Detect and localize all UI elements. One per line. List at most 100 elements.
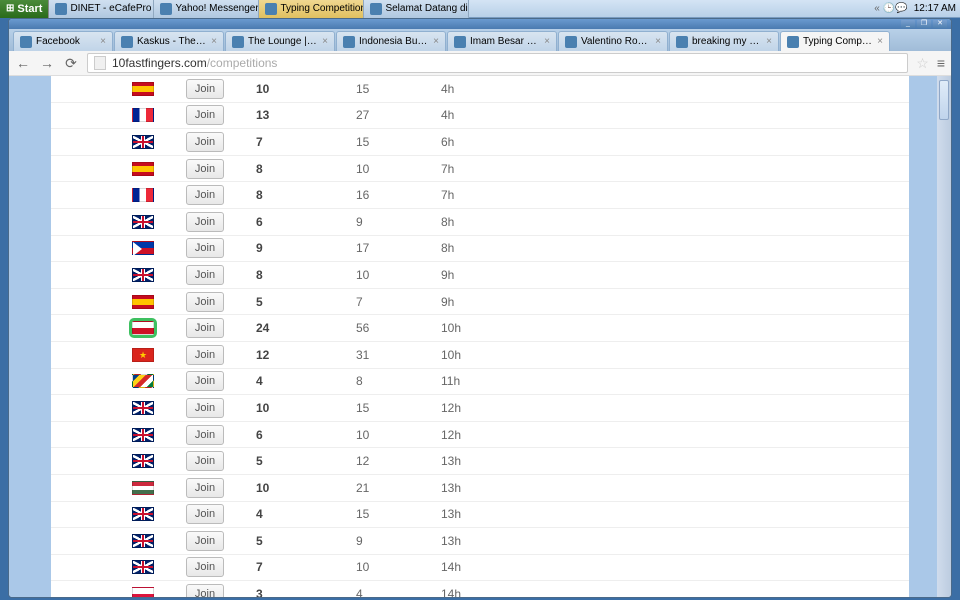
participants-count: 4 [256,374,356,388]
tray-separator: « [874,3,880,14]
participants-count: 13 [256,108,356,122]
time-remaining: 4h [441,108,511,122]
close-tab-icon[interactable]: × [544,36,550,47]
browser-tab[interactable]: Indonesia Bukan Neg × [336,31,446,51]
browser-tab[interactable]: The Lounge | Kaskus × [225,31,335,51]
tray-icon[interactable]: 💬 [895,3,907,14]
join-button[interactable]: Join [186,292,224,312]
taskbar-item[interactable]: DINET - eCafePro Server... [49,0,154,18]
flag-id-icon [132,321,154,335]
table-row: Join10154h [51,76,909,103]
join-button[interactable]: Join [186,451,224,471]
address-bar: ← → ⟳ 10fastfingers.com/competitions ☆ ≡ [9,51,951,76]
join-cell: Join [186,265,256,285]
browser-tab[interactable]: breaking my heart - × [669,31,779,51]
tray-icon[interactable]: 🕒 [883,3,895,14]
table-row: Join8107h [51,156,909,183]
browser-tab[interactable]: Kaskus - The Larges× [114,31,224,51]
join-button[interactable]: Join [186,425,224,445]
join-cell: Join [186,105,256,125]
os-taskbar: Start DINET - eCafePro Server...Yahoo! M… [0,0,960,18]
close-tab-icon[interactable]: × [433,36,439,47]
flag-pl-icon [132,587,154,597]
system-tray: « 🕒 💬 12:17 AM [867,3,960,14]
join-button[interactable]: Join [186,159,224,179]
tests-count: 56 [356,321,441,335]
minimize-button[interactable]: _ [901,20,915,28]
start-button[interactable]: Start [0,0,49,18]
app-icon [265,3,277,15]
join-button[interactable]: Join [186,398,224,418]
join-button[interactable]: Join [186,185,224,205]
flag-hu-icon [132,481,154,495]
close-tab-icon[interactable]: × [766,36,772,47]
table-row: Join5913h [51,528,909,555]
browser-tab[interactable]: Typing Competition -× [780,31,890,51]
close-tab-icon[interactable]: × [100,36,106,47]
join-cell: Join [186,345,256,365]
join-button[interactable]: Join [186,557,224,577]
close-tab-icon[interactable]: × [322,36,328,47]
browser-tab[interactable]: Facebook× [13,31,113,51]
close-tab-icon[interactable]: × [877,36,883,47]
join-button[interactable]: Join [186,584,224,597]
taskbar-item[interactable]: Selamat Datang di Faceb... [364,0,469,18]
tests-count: 8 [356,374,441,388]
reload-button[interactable]: ⟳ [63,55,79,71]
page-content[interactable]: Join10154hJoin13274hJoin7156hJoin8107hJo… [51,76,909,597]
flag-cell [51,82,186,96]
taskbar-item[interactable]: Typing Competition - ... [259,0,364,18]
join-button[interactable]: Join [186,478,224,498]
join-button[interactable]: Join [186,105,224,125]
favicon [565,36,577,48]
url-host: 10fastfingers.com [112,56,207,70]
join-button[interactable]: Join [186,531,224,551]
join-cell: Join [186,159,256,179]
join-button[interactable]: Join [186,371,224,391]
browser-tab-strip: Facebook×Kaskus - The Larges×The Lounge … [9,29,951,51]
close-tab-icon[interactable]: × [655,36,661,47]
back-button[interactable]: ← [15,55,31,71]
maximize-button[interactable]: ❐ [917,20,931,28]
join-button[interactable]: Join [186,318,224,338]
url-input[interactable]: 10fastfingers.com/competitions [87,53,908,73]
join-button[interactable]: Join [186,345,224,365]
flag-cell [51,374,186,388]
scrollbar[interactable] [937,76,951,597]
join-button[interactable]: Join [186,238,224,258]
browser-tab[interactable]: Valentino Rossi MEN× [558,31,668,51]
bookmark-icon[interactable]: ☆ [916,55,929,72]
table-row: Join41513h [51,502,909,529]
close-button[interactable]: ✕ [933,20,947,28]
forward-button[interactable]: → [39,55,55,71]
flag-cell [51,587,186,597]
flag-cell [51,215,186,229]
tests-count: 16 [356,188,441,202]
table-row: Join3414h [51,581,909,597]
flag-ph-icon [132,241,154,255]
flag-vn-icon [132,348,154,362]
scrollbar-thumb[interactable] [939,80,949,120]
join-button[interactable]: Join [186,79,224,99]
table-row: Join 4811h [51,369,909,396]
join-button[interactable]: Join [186,504,224,524]
participants-count: 10 [256,82,356,96]
tab-title: Indonesia Bukan Neg [359,36,429,47]
close-tab-icon[interactable]: × [211,36,217,47]
taskbar-item[interactable]: Yahoo! Messenger [154,0,259,18]
menu-icon[interactable]: ≡ [937,55,945,71]
participants-count: 3 [256,587,356,597]
flag-cell [51,481,186,495]
table-row: Join245610h [51,315,909,342]
favicon [343,36,355,48]
table-row: Join51213h [51,448,909,475]
tab-title: The Lounge | Kaskus [248,36,318,47]
app-icon [55,3,67,15]
join-button[interactable]: Join [186,212,224,232]
flag-gb-icon [132,560,154,574]
join-button[interactable]: Join [186,265,224,285]
taskbar-item-label: Selamat Datang di Faceb... [385,3,469,14]
join-button[interactable]: Join [186,132,224,152]
browser-tab[interactable]: Imam Besar FPI Rizie× [447,31,557,51]
time-remaining: 11h [441,374,511,388]
